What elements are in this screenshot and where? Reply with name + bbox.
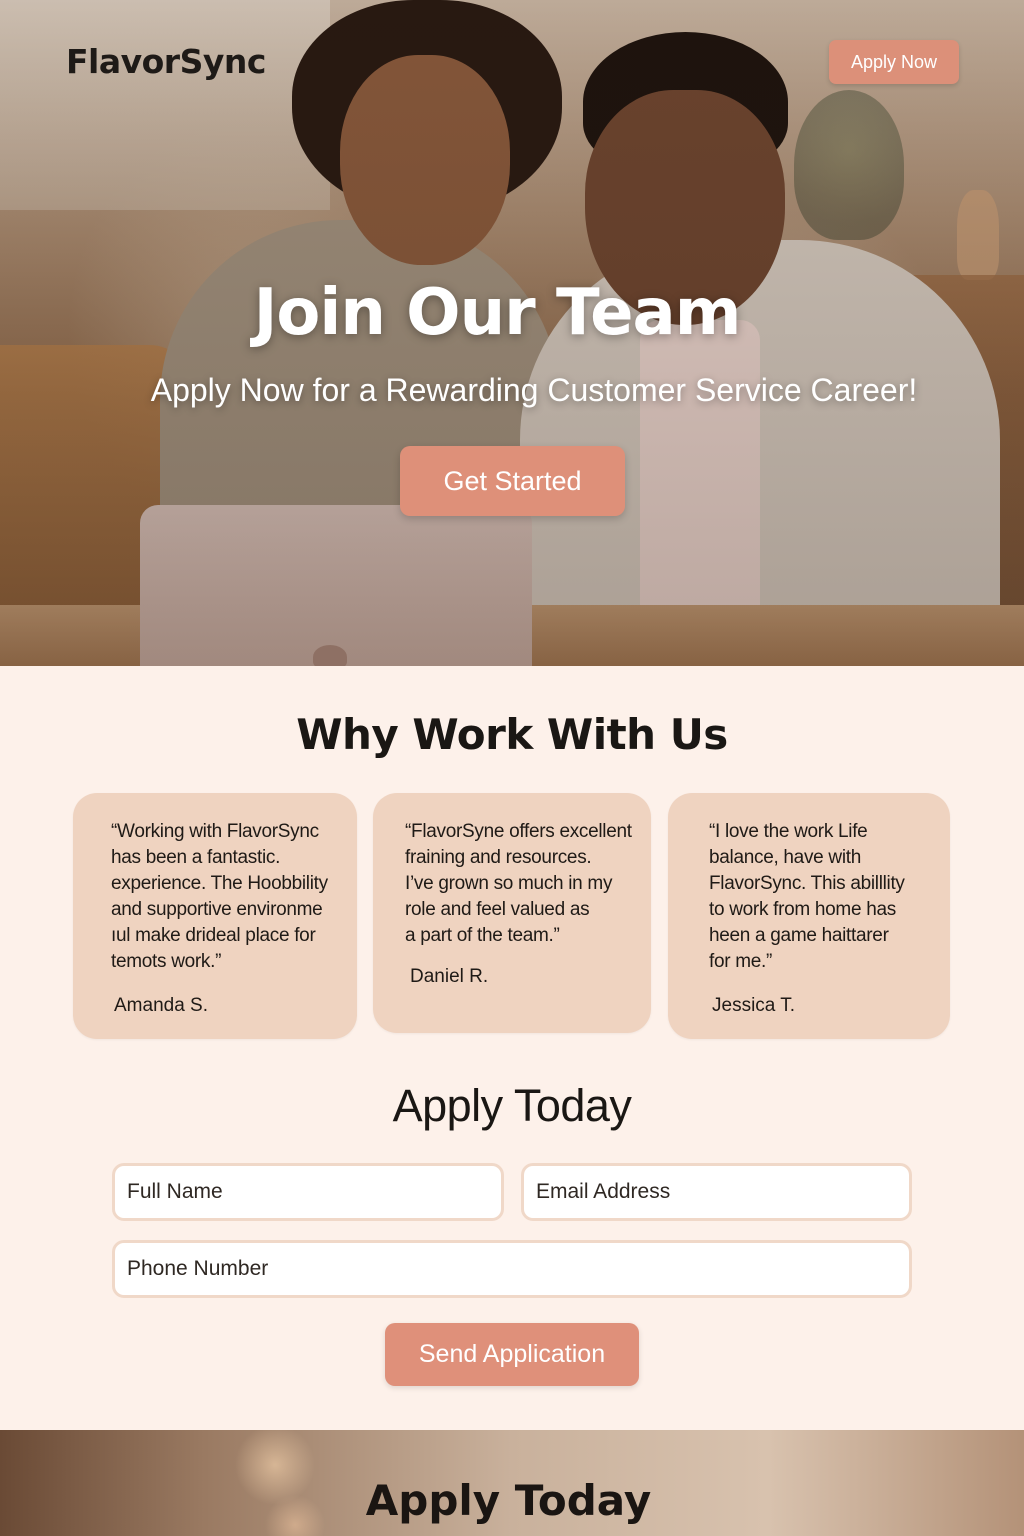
- apply-now-button[interactable]: Apply Now: [829, 40, 959, 84]
- why-section-title: Why Work With Us: [296, 710, 728, 759]
- testimonial-author: Jessica T.: [712, 995, 796, 1016]
- testimonial-quote: “I love the work Life balance, have with…: [709, 821, 905, 972]
- testimonial-card: “I love the work Life balance, have with…: [668, 793, 950, 1039]
- testimonial-card: “FlavorSyne offers excellent fraining an…: [373, 793, 651, 1033]
- testimonial-quote: “Working with FlavorSync has been a fant…: [111, 821, 328, 972]
- get-started-button[interactable]: Get Started: [400, 446, 625, 516]
- testimonial-card: “Working with FlavorSync has been a fant…: [73, 793, 357, 1039]
- send-application-button[interactable]: Send Application: [385, 1323, 639, 1386]
- testimonial-quote: “FlavorSyne offers excellent fraining an…: [405, 821, 632, 946]
- testimonial-author: Daniel R.: [410, 966, 489, 987]
- hero-subtitle: Apply Now for a Rewarding Customer Servi…: [150, 372, 918, 408]
- apply-section-title: Apply Today: [392, 1080, 632, 1131]
- full-name-field[interactable]: [112, 1163, 504, 1221]
- bottom-banner-title: Apply Today: [365, 1476, 652, 1525]
- brand-logo[interactable]: FlavorSync: [66, 42, 266, 81]
- testimonial-author: Amanda S.: [114, 995, 208, 1016]
- hero-title: Join Our Team: [253, 276, 742, 350]
- phone-field[interactable]: [112, 1240, 912, 1298]
- email-field[interactable]: [521, 1163, 912, 1221]
